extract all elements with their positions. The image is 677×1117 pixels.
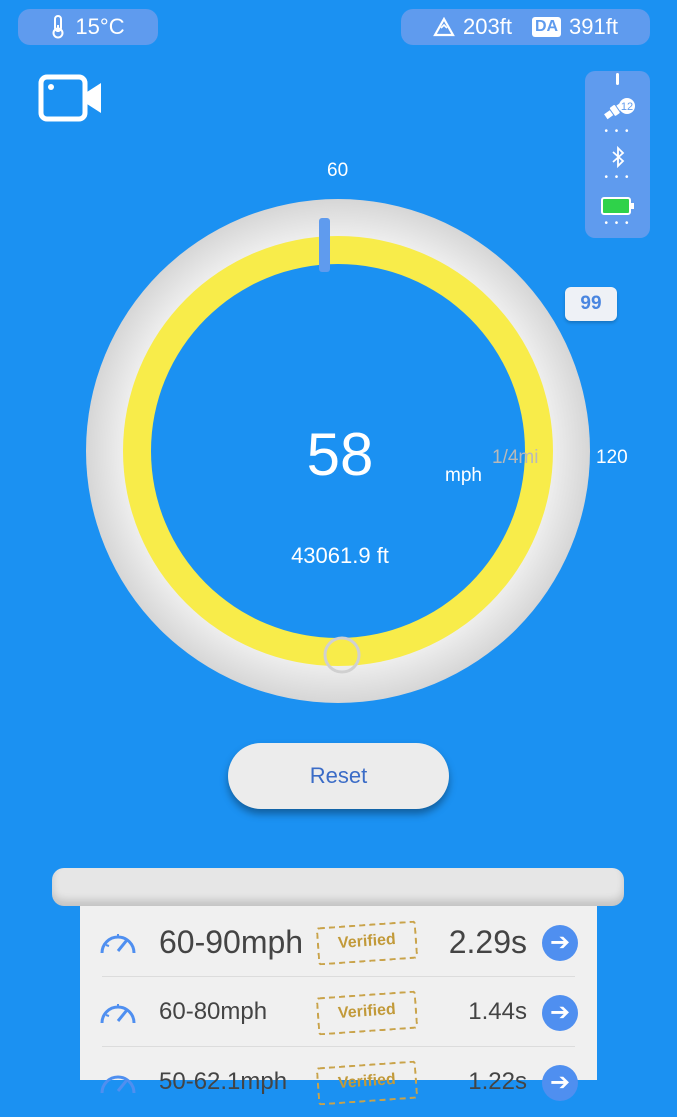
video-camera-button[interactable] [38, 74, 104, 122]
temperature-pill: 15°C [18, 9, 158, 45]
verified-stamp: Verified [315, 920, 419, 966]
result-row[interactable]: 60-90mph Verified 2.29s ➔ [80, 907, 597, 977]
gauge-badge: 99 [565, 287, 617, 321]
thermometer-icon [52, 15, 64, 39]
gauge-needle [319, 218, 330, 272]
satellite-icon: 12 [603, 98, 635, 120]
speedometer-icon [100, 934, 136, 954]
speed-gauge: 60 120 99 58 mph 1/4mi 43061.9 ft [0, 150, 677, 710]
result-range: 50-62.1mph [159, 1068, 288, 1095]
satellite-status: 12 • • • [585, 97, 650, 137]
result-row[interactable]: 50-62.1mph Verified 1.22s ➔ [80, 1047, 597, 1117]
result-time: 1.44s [468, 998, 527, 1025]
distance-value: 43061.9 ft [291, 543, 389, 568]
arrow-right-icon[interactable]: ➔ [542, 995, 578, 1031]
arrow-right-icon[interactable]: ➔ [542, 1065, 578, 1101]
speedometer-icon [100, 1075, 136, 1094]
speed-unit: mph [445, 465, 482, 486]
verified-stamp: Verified [315, 990, 419, 1036]
scroll-rod [52, 868, 624, 906]
panel-grip [585, 73, 650, 85]
result-row[interactable]: 60-80mph Verified 1.44s ➔ [80, 977, 597, 1047]
distance-label: 1/4mi [492, 447, 539, 468]
reset-button[interactable]: Reset [228, 743, 449, 809]
mountain-icon [433, 17, 455, 37]
density-altitude-badge: DA [531, 17, 562, 37]
gauge-tick-right: 120 [596, 447, 628, 468]
altitude-value: 203ft [463, 14, 512, 39]
video-camera-icon [38, 74, 101, 122]
results-list: 60-90mph Verified 2.29s ➔ 60-80mph Verif… [80, 880, 597, 1106]
verified-stamp: Verified [315, 1060, 419, 1106]
altitude-pill: 203ft DA 391ft [401, 9, 650, 45]
speed-value: 58 [306, 421, 374, 488]
result-time: 1.22s [468, 1068, 527, 1095]
result-range: 60-90mph [159, 924, 304, 960]
gauge-tick-top: 60 [327, 160, 349, 181]
density-altitude-value: 391ft [569, 14, 618, 39]
temperature-value: 15°C [75, 14, 125, 39]
satellite-count: 12 [620, 101, 632, 113]
result-range: 60-80mph [159, 998, 268, 1025]
speedometer-icon [100, 1004, 136, 1024]
arrow-right-icon[interactable]: ➔ [542, 925, 578, 961]
result-time: 2.29s [448, 924, 527, 960]
